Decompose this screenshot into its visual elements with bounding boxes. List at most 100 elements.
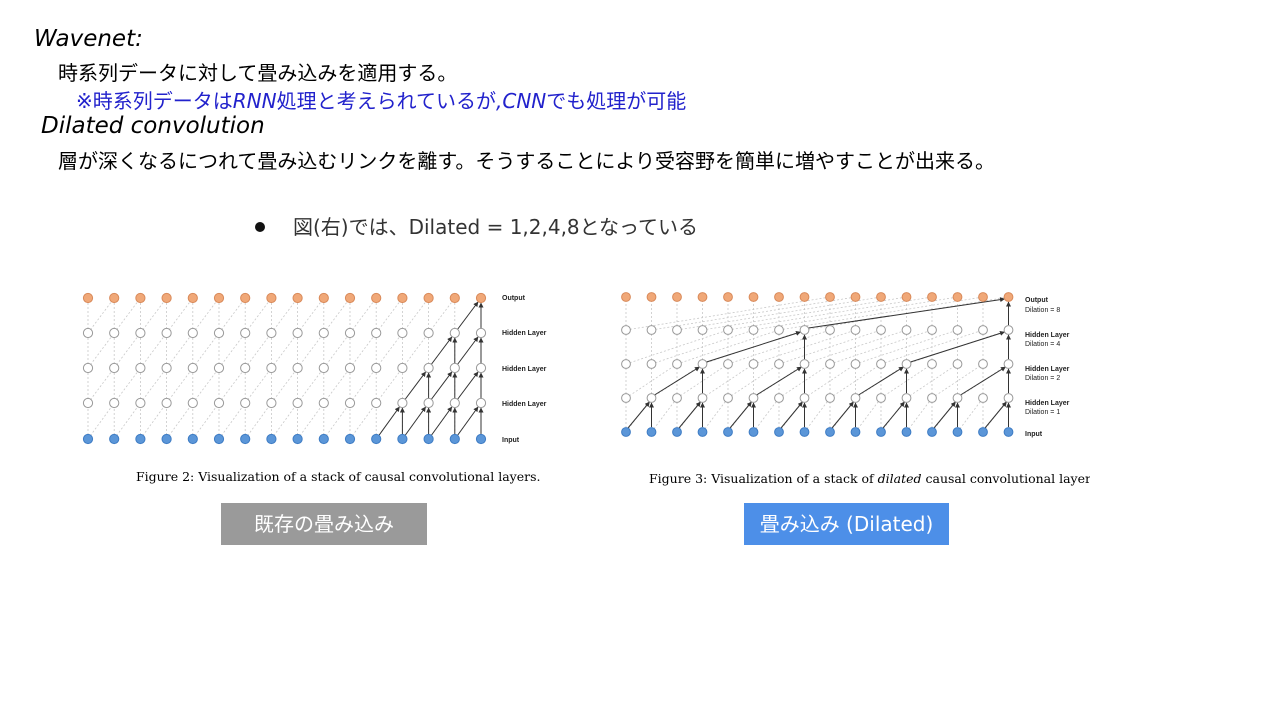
output-node	[901, 292, 912, 302]
input-node	[109, 433, 120, 445]
connection-line	[192, 402, 220, 440]
output-node	[318, 292, 329, 304]
bullet-text: 図(右)では、Dilated = 1,2,4,8となっている	[293, 215, 699, 239]
output-node	[213, 292, 225, 304]
fig2-label-hidden-1: Hidden Layer	[502, 401, 547, 408]
hidden-node	[978, 325, 988, 335]
hidden-node	[266, 362, 277, 374]
hidden-node	[850, 325, 861, 335]
hidden-node	[774, 393, 784, 403]
connection-line	[375, 297, 403, 334]
output-node	[621, 292, 631, 302]
output-node	[1003, 292, 1014, 302]
fig3-caption: Figure 3: Visualization of a stack of di…	[649, 471, 1090, 486]
connection-line	[297, 402, 325, 440]
fig3-label-output: Output	[1025, 297, 1049, 304]
hidden-node	[292, 397, 303, 409]
input-node	[240, 433, 251, 445]
dilated-arrow	[960, 366, 1006, 396]
connection-line	[218, 402, 246, 440]
connection-line	[140, 367, 167, 404]
output-node	[423, 292, 434, 304]
hidden-node	[672, 393, 682, 403]
input-node	[952, 427, 963, 437]
dependency-arrow	[431, 336, 453, 365]
hidden-node	[1003, 359, 1014, 369]
hidden-node	[672, 359, 682, 369]
hidden-node	[371, 397, 382, 409]
note-text-b: 処理と考えられているが	[276, 89, 496, 113]
dilated-arrow	[654, 366, 700, 396]
connection-line	[87, 367, 115, 404]
hidden-node	[774, 325, 784, 335]
wavenet-heading: Wavenet:	[34, 26, 143, 52]
connection-line	[140, 297, 167, 334]
hidden-node	[672, 325, 682, 335]
hidden-node	[449, 362, 460, 374]
output-node	[799, 292, 810, 302]
input-node	[799, 427, 810, 437]
hidden-node	[952, 325, 963, 335]
dilated-arrow	[933, 401, 956, 429]
connection-line	[218, 332, 246, 369]
output-node	[850, 292, 861, 302]
input-node	[850, 427, 861, 437]
dilated-arrow	[627, 401, 650, 429]
connection-line	[402, 332, 429, 369]
hidden-node	[646, 393, 657, 403]
connection-line	[804, 397, 831, 433]
output-node	[449, 292, 460, 304]
hidden-node	[397, 397, 408, 409]
hidden-node	[292, 327, 303, 339]
input-node	[292, 433, 303, 445]
hidden-node	[850, 393, 861, 403]
connection-line	[428, 297, 456, 334]
hidden-node	[187, 397, 198, 409]
hidden-node	[318, 327, 329, 339]
hidden-node	[266, 397, 277, 409]
connection-line	[375, 367, 403, 404]
hidden-node	[82, 397, 94, 409]
output-node	[646, 292, 657, 302]
dilated-arrow	[706, 330, 801, 363]
hidden-node	[876, 393, 886, 403]
hidden-node	[978, 393, 988, 403]
fig2-label-hidden-3: Hidden Layer	[502, 330, 547, 337]
dependency-arrow	[431, 406, 453, 436]
hidden-node	[371, 327, 382, 339]
dependency-arrow	[457, 371, 479, 400]
output-node	[697, 292, 708, 302]
hidden-node	[449, 397, 460, 409]
hidden-node	[723, 325, 733, 335]
hidden-node	[723, 393, 733, 403]
input-node	[475, 433, 487, 445]
input-node	[697, 427, 708, 437]
hidden-node	[213, 327, 225, 339]
hidden-node	[876, 359, 886, 369]
connection-line	[297, 367, 325, 404]
output-node	[672, 292, 682, 302]
connection-line	[218, 297, 246, 334]
dilated-description: 層が深くなるにつれて畳み込むリンクを離す。そうすることにより受容野を簡単に増やす…	[58, 149, 995, 173]
connection-line	[218, 367, 246, 404]
hidden-node	[475, 397, 487, 409]
output-node	[109, 292, 120, 304]
standard-convolution-button[interactable]: 既存の畳み込み	[221, 503, 427, 545]
connection-line	[192, 332, 220, 369]
input-node	[621, 427, 631, 437]
hidden-node	[1003, 393, 1014, 403]
causal-conv-diagram: Output Hidden Layer Hidden Layer Hidden …	[82, 292, 547, 484]
input-node	[723, 427, 733, 437]
hidden-node	[850, 359, 861, 369]
hidden-node	[799, 393, 810, 403]
connection-line	[192, 367, 220, 404]
connection-line	[244, 402, 272, 440]
fig3-label-hidden-2: Hidden Layer	[1025, 366, 1070, 373]
output-node	[371, 292, 382, 304]
note-text-c: でも処理が可能	[546, 89, 687, 113]
output-node	[135, 292, 146, 304]
hidden-node	[423, 327, 434, 339]
connection-line	[271, 297, 298, 334]
hidden-node	[697, 325, 708, 335]
dilated-convolution-button[interactable]: 畳み込み (Dilated)	[744, 503, 949, 545]
